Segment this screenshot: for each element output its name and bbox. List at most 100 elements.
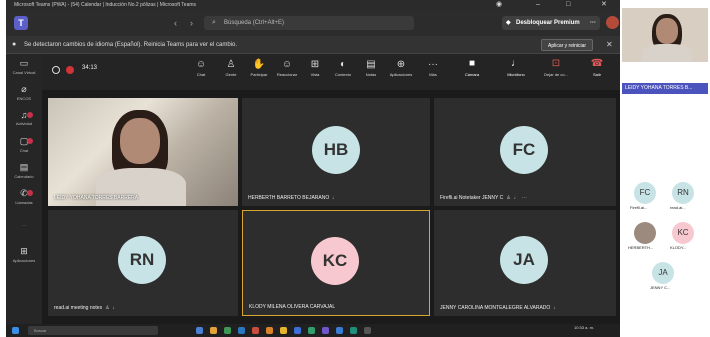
more-button[interactable]: ··· Más (420, 58, 446, 77)
participant-tile[interactable]: 1 KC KLODY MILENA OLIVERA CARVAJAL (242, 210, 430, 316)
share-icon: ⊡ (551, 58, 561, 69)
camera-icon: ■ (468, 58, 476, 69)
teams-icon[interactable] (322, 327, 329, 334)
back-arrow-icon[interactable]: ‹ (174, 18, 177, 28)
excel-icon[interactable] (308, 327, 315, 334)
folder-icon[interactable] (210, 327, 217, 334)
rail-item-apps[interactable]: ⊞ Aplicaciones (6, 246, 42, 263)
teams-logo-icon[interactable]: T (14, 16, 28, 30)
avatar[interactable] (634, 222, 656, 244)
react-button[interactable]: ☺ Reaccionar (274, 58, 300, 77)
info-icon: ● (12, 41, 17, 48)
chrome-icon[interactable] (280, 327, 287, 334)
minimize-button[interactable]: – (536, 0, 540, 10)
participant-name: Firefli.ai Notetaker JENNY C ♙ ♩ ··· (440, 195, 527, 201)
apply-restart-button[interactable]: Aplicar y reiniciar (541, 39, 594, 51)
edge-icon[interactable] (238, 327, 245, 334)
app-icon[interactable] (294, 327, 301, 334)
participant-tile[interactable]: HB HERBERTH BARRETO BEJARANO ♩ (242, 98, 430, 206)
apps-button[interactable]: ⊕ Aplicaciones (388, 58, 414, 77)
windows-start-icon[interactable] (12, 327, 19, 334)
people-icon: ♙ (105, 305, 110, 311)
app-icon[interactable] (350, 327, 357, 334)
maximize-button[interactable]: □ (566, 0, 570, 10)
microphone-icon: ♩ (511, 58, 521, 69)
language-banner: ● Se detectaron cambios de idioma (Españ… (6, 36, 620, 54)
hangup-icon: ☎ (590, 58, 604, 69)
app-icon[interactable] (266, 327, 273, 334)
participant-name: LEIDY YOHANA TORRES BARRERA (54, 195, 139, 201)
search-input[interactable]: ⌕ Búsqueda (Ctrl+Alt+E) (204, 16, 414, 30)
camera-icon: ▭ (19, 58, 29, 68)
avatar[interactable] (606, 16, 619, 29)
microphone-button[interactable]: ♩ Micrófono (500, 58, 532, 77)
app-header: T ‹ › ⌕ Búsqueda (Ctrl+Alt+E) ◆ Desbloqu… (6, 10, 620, 36)
rail-item-canal[interactable]: ▭ Canal Virtual (6, 58, 42, 75)
notes-icon: ▤ (366, 59, 376, 70)
participant-name: JENNY CAROLINA MONTEALEGRE ALVARADO ♩ (440, 305, 559, 311)
app-icon[interactable] (196, 327, 203, 334)
participant-label: HERBERTH... (628, 245, 654, 250)
avatar[interactable]: RN (672, 182, 694, 204)
rail-item-chat[interactable]: ▢ Chat (6, 136, 42, 153)
avatar[interactable]: FC (634, 182, 656, 204)
record-icon[interactable]: ◉ (496, 0, 502, 10)
hand-icon: ✋ (252, 59, 266, 70)
view-button[interactable]: ⊞ Vista (302, 58, 328, 77)
stop-share-button[interactable]: ⊡ Dejar de co... (538, 58, 574, 77)
window-titlebar: Microsoft Teams (PWA) - (54) Calendar | … (6, 0, 620, 10)
participant-label: JENNY C... (650, 285, 671, 290)
participant-tile[interactable]: JA JENNY CAROLINA MONTEALEGRE ALVARADO ♩ (434, 210, 616, 316)
context-button[interactable]: ◐ Contexto (330, 58, 356, 77)
people-icon: ♙ (506, 195, 511, 201)
people-button[interactable]: ♙ Gente (218, 58, 244, 77)
camera-button[interactable]: ■ Cámara (457, 58, 487, 77)
participant-tile[interactable]: FC Firefli.ai Notetaker JENNY C ♙ ♩ ··· (434, 98, 616, 206)
avatar: RN (118, 236, 166, 284)
participant-tile[interactable]: LEIDY YOHANA TORRES BARRERA (48, 98, 238, 206)
avatar[interactable]: KC (672, 222, 694, 244)
taskbar-search[interactable]: Buscar (28, 326, 158, 335)
participant-label: read.ai... (670, 205, 686, 210)
chat-button[interactable]: ☺ Chat (188, 58, 214, 77)
more-icon[interactable]: ··· (522, 195, 527, 201)
forward-arrow-icon[interactable]: › (190, 18, 193, 28)
close-button[interactable]: ✕ (601, 0, 607, 10)
app-icon[interactable] (364, 327, 371, 334)
rail-item-calendar[interactable]: ▤ Calendario (6, 162, 42, 179)
raise-hand-button[interactable]: ✋ Participar (246, 58, 272, 77)
rail-item-encos[interactable]: ⌀ ENCOS (6, 84, 42, 101)
more-icon[interactable]: ··· (590, 16, 596, 30)
clock: 10:33 a. m. (574, 325, 595, 330)
participant-tile[interactable]: RN read.ai meeting notes ♙ ♩ (48, 210, 238, 316)
mic-muted-icon: ♩ (332, 195, 338, 201)
chat-icon: ▢ (19, 136, 29, 146)
avatar[interactable]: JA (652, 262, 674, 284)
people-icon: ♙ (226, 59, 236, 70)
search-placeholder: Búsqueda (Ctrl+Alt+E) (224, 20, 285, 26)
grid-icon: ⊞ (310, 59, 320, 70)
app-icon[interactable] (336, 327, 343, 334)
copilot-icon: ◐ (339, 59, 347, 70)
app-icon[interactable] (252, 327, 259, 334)
leave-button[interactable]: ☎ Salir (582, 58, 612, 77)
rail-item-more[interactable]: ... (6, 222, 42, 227)
avatar: JA (500, 236, 548, 284)
participant-name: KLODY MILENA OLIVERA CARVAJAL (249, 304, 336, 310)
window-title: Microsoft Teams (PWA) - (54) Calendar | … (14, 2, 197, 8)
premium-button[interactable]: ◆ Desbloquear Premium ··· (502, 16, 600, 30)
app-icon[interactable] (224, 327, 231, 334)
close-icon[interactable]: ✕ (606, 36, 613, 54)
bell-icon: ♫ (20, 110, 28, 120)
rail-item-calls[interactable]: ✆ Llamadas (6, 188, 42, 205)
self-name-chip: LEIDY YOHANA TORRES B... (622, 83, 708, 94)
more-icon: ··· (428, 59, 438, 70)
notes-button[interactable]: ▤ Notas (358, 58, 384, 77)
video-stage: LEIDY YOHANA TORRES BARRERA HB HERBERTH … (42, 90, 620, 324)
banner-text: Se detectaron cambios de idioma (Español… (24, 42, 237, 48)
self-video[interactable] (622, 8, 708, 62)
page: Microsoft Teams (PWA) - (54) Calendar | … (0, 0, 710, 337)
emoji-icon: ☺ (281, 59, 293, 70)
rail-item-activity[interactable]: ♫ Actividad (6, 110, 42, 126)
apps-icon: ⊞ (20, 246, 28, 256)
